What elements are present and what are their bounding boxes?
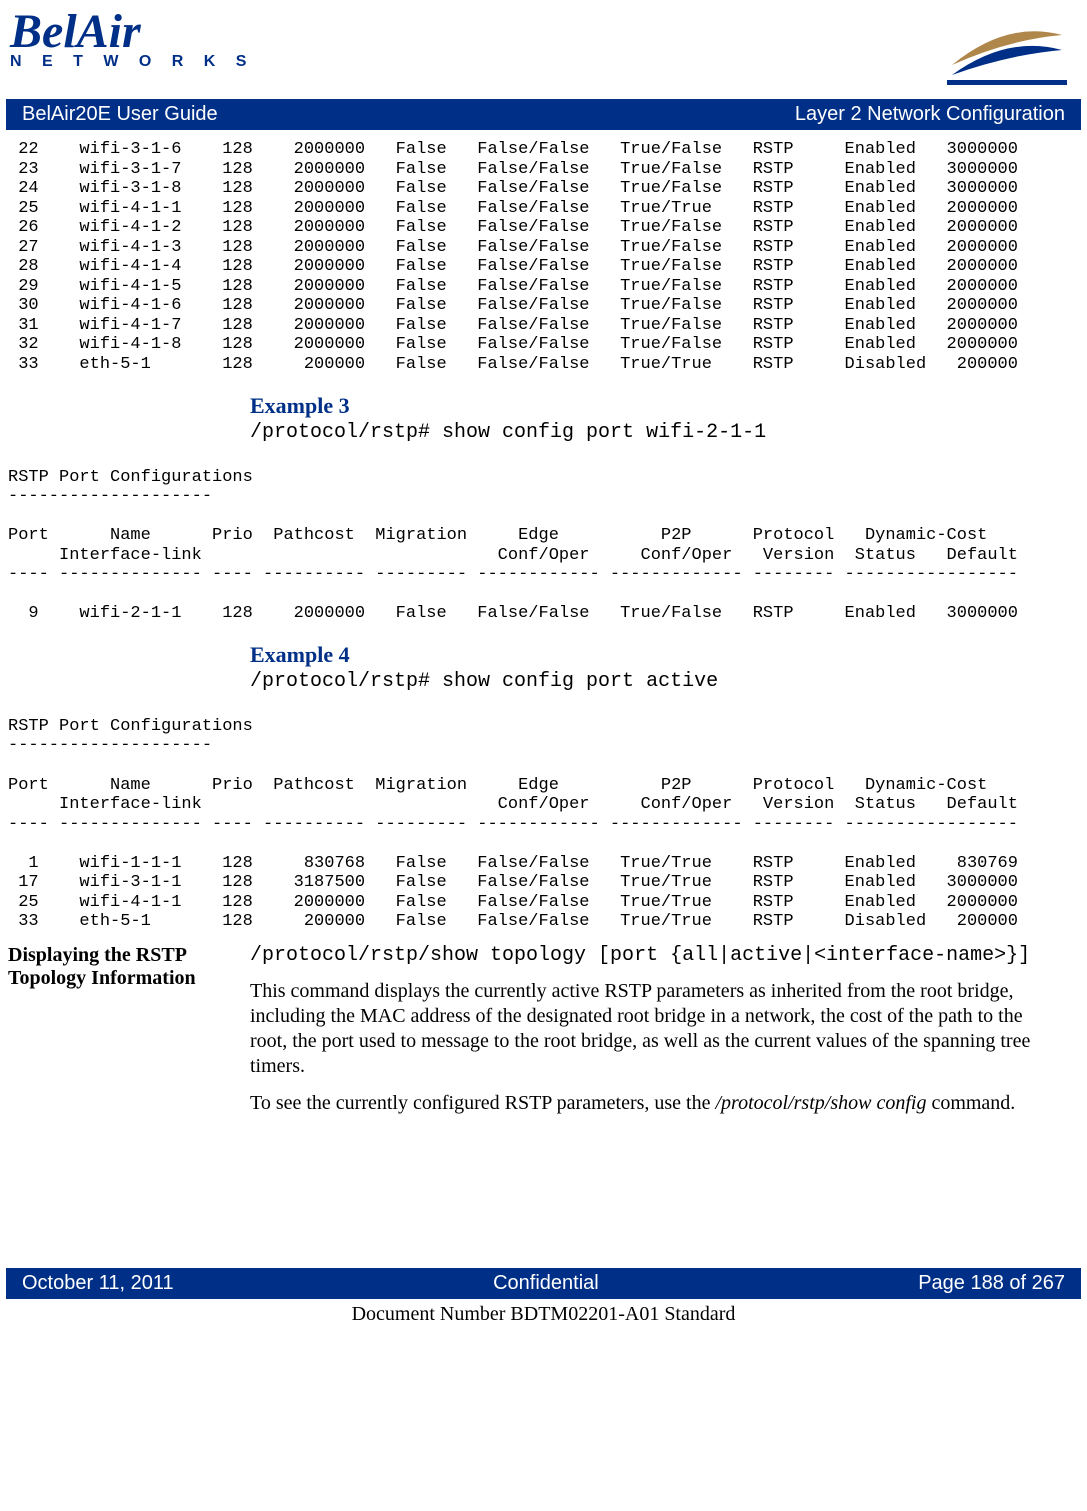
- config-table-1: 22 wifi-3-1-6 128 2000000 False False/Fa…: [0, 140, 1087, 375]
- title-bar: BelAir20E User Guide Layer 2 Network Con…: [6, 99, 1081, 130]
- example-4-command: /protocol/rstp# show config port active: [250, 670, 1087, 693]
- document-number: Document Number BDTM02201-A01 Standard: [0, 1303, 1087, 1326]
- para2-b: /protocol/rstp/show config: [716, 1092, 927, 1114]
- config-table-3: RSTP Port Configurations ---------------…: [0, 717, 1087, 932]
- footer-date: October 11, 2011: [22, 1272, 174, 1295]
- logo-row: BelAir N E T W O R K S: [0, 0, 1087, 95]
- section-row: Displaying the RSTP Topology Information…: [0, 944, 1087, 1128]
- config-table-2: RSTP Port Configurations ---------------…: [0, 468, 1087, 624]
- example-4-heading: Example 4: [250, 642, 1087, 668]
- swoosh-icon: [947, 10, 1067, 95]
- example-3-command: /protocol/rstp# show config port wifi-2-…: [250, 421, 1087, 444]
- section-para-2: To see the currently configured RSTP par…: [250, 1091, 1047, 1116]
- title-left: BelAir20E User Guide: [22, 103, 218, 126]
- title-right: Layer 2 Network Configuration: [795, 103, 1065, 126]
- para2-c: command.: [926, 1092, 1015, 1114]
- logo-left: BelAir N E T W O R K S: [10, 10, 254, 71]
- brand-logo: BelAir: [10, 10, 254, 53]
- footer-page: Page 188 of 267: [918, 1272, 1065, 1295]
- footer-bar: October 11, 2011 Confidential Page 188 o…: [6, 1268, 1081, 1299]
- example-3-heading: Example 3: [250, 393, 1087, 419]
- command-syntax: /protocol/rstp/show topology [port {all|…: [250, 944, 1047, 967]
- section-body: /protocol/rstp/show topology [port {all|…: [250, 944, 1087, 1128]
- brand-sub: N E T W O R K S: [10, 53, 254, 71]
- section-para-1: This command displays the currently acti…: [250, 979, 1047, 1079]
- page: BelAir N E T W O R K S BelAir20E User Gu…: [0, 0, 1087, 1326]
- footer-confidential: Confidential: [493, 1272, 599, 1295]
- para2-a: To see the currently configured RSTP par…: [250, 1092, 716, 1114]
- section-title: Displaying the RSTP Topology Information: [0, 944, 250, 1128]
